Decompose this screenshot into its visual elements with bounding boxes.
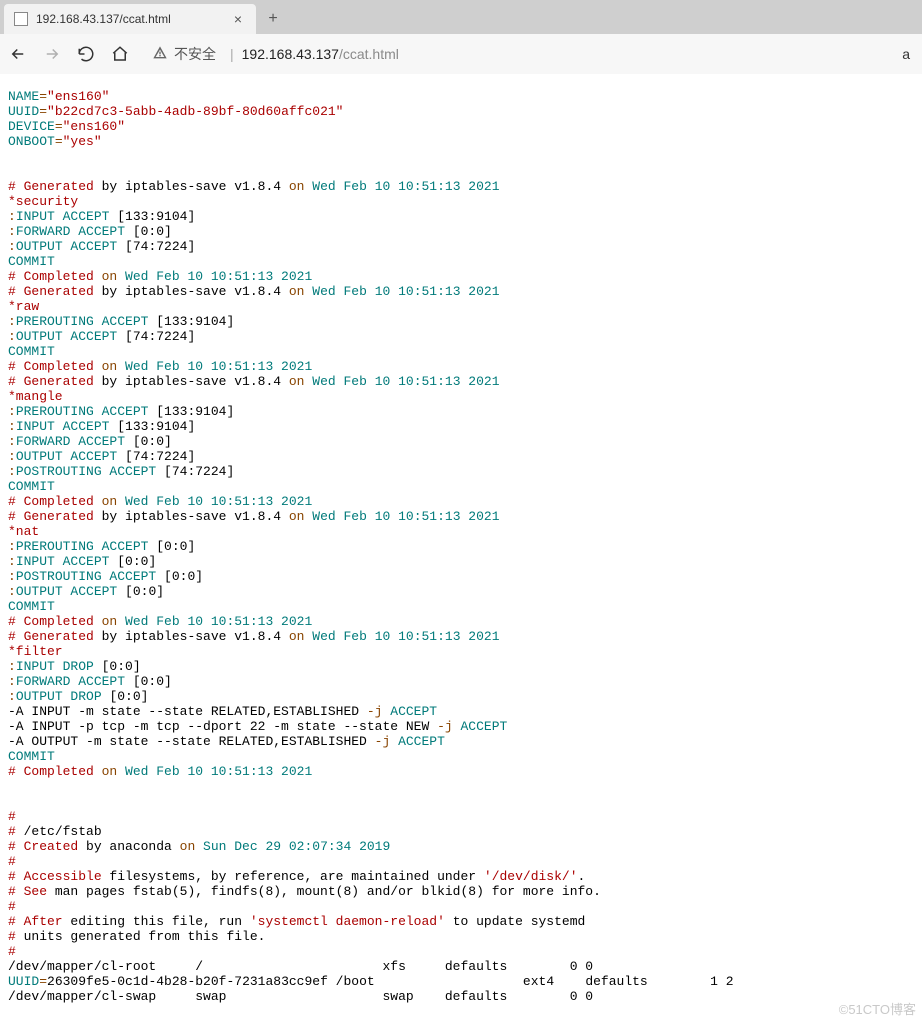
new-tab-button[interactable]: + — [258, 4, 288, 34]
page-icon — [14, 12, 28, 26]
address-bar[interactable]: 不安全 | 192.168.43.137/ccat.html — [144, 40, 888, 68]
address-separator: | — [230, 46, 234, 62]
fstab-row: /dev/mapper/cl-swap swap swap defaults 0… — [8, 989, 593, 1004]
table-security: *security — [8, 194, 78, 209]
address-path: /ccat.html — [339, 46, 399, 62]
home-button[interactable] — [110, 44, 130, 64]
security-label: 不安全 — [174, 44, 216, 64]
tab-title: 192.168.43.137/ccat.html — [36, 12, 230, 26]
forward-button[interactable] — [42, 44, 62, 64]
back-button[interactable] — [8, 44, 28, 64]
generated-comment: # Generated — [8, 179, 94, 194]
reload-button[interactable] — [76, 44, 96, 64]
table-raw: *raw — [8, 299, 39, 314]
page-content: NAME="ens160" UUID="b22cd7c3-5abb-4adb-8… — [0, 74, 922, 1004]
browser-chrome: 192.168.43.137/ccat.html × + 不安全 | 192.1… — [0, 0, 922, 74]
table-nat: *nat — [8, 524, 39, 539]
table-mangle: *mangle — [8, 389, 63, 404]
table-filter: *filter — [8, 644, 63, 659]
commit: COMMIT — [8, 254, 55, 269]
close-tab-button[interactable]: × — [230, 11, 246, 27]
toolbar: 不安全 | 192.168.43.137/ccat.html a — [0, 34, 922, 74]
address-host: 192.168.43.137 — [242, 46, 339, 62]
fstab-row: /dev/mapper/cl-root / xfs defaults 0 0 — [8, 959, 593, 974]
not-secure-icon — [152, 45, 168, 64]
tab-bar: 192.168.43.137/ccat.html × + — [0, 0, 922, 34]
browser-tab[interactable]: 192.168.43.137/ccat.html × — [4, 4, 256, 34]
right-edge-char: a — [902, 46, 914, 62]
watermark: ©51CTO博客 — [839, 999, 916, 1018]
cfg-key: NAME — [8, 89, 39, 104]
